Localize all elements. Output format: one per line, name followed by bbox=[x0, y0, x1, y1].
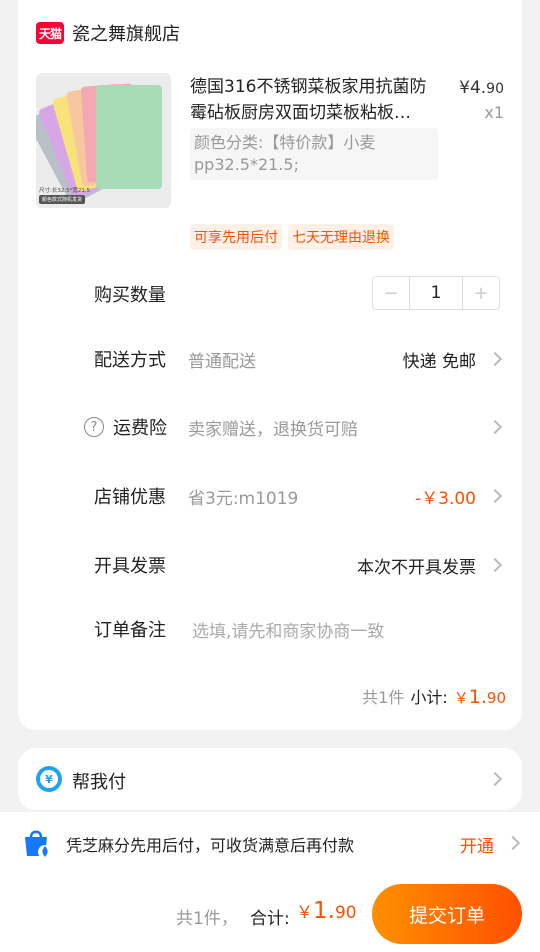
zhima-credit-bar[interactable]: 凭芝麻分先用后付，可收货满意后再付款 开通 bbox=[0, 812, 540, 874]
subtotal: 共1件 小计: ￥1.90 bbox=[362, 684, 506, 708]
chevron-right-icon bbox=[487, 488, 503, 504]
total-count: 共1件， bbox=[176, 909, 238, 929]
chevron-right-icon bbox=[487, 419, 503, 435]
decrement-button[interactable]: − bbox=[373, 277, 409, 309]
price-symbol: ¥ bbox=[459, 78, 470, 98]
board-green bbox=[96, 85, 162, 189]
total-int: 1. bbox=[313, 898, 335, 924]
note-input[interactable]: 选填,请先和商家协商一致 bbox=[192, 617, 384, 642]
product-image[interactable]: 尺寸:长32.5*宽21.5 颜色款式随机发货 bbox=[36, 73, 171, 208]
zhima-text: 凭芝麻分先用后付，可收货满意后再付款 bbox=[66, 836, 355, 855]
total-dec: 90 bbox=[334, 903, 357, 923]
shipping-insurance-row[interactable]: ? 运费险 卖家赠送，退换货可赔 bbox=[18, 407, 522, 447]
yuan-icon: ¥ bbox=[40, 770, 58, 788]
checkout-bar: 共1件， 合计: ￥1.90 提交订单 bbox=[0, 874, 540, 952]
quantity-value[interactable]: 1 bbox=[409, 277, 463, 309]
product-qty: x1 bbox=[484, 103, 504, 122]
chevron-right-icon bbox=[505, 835, 521, 851]
tag-seven-day-return: 七天无理由退换 bbox=[288, 224, 394, 250]
delivery-label: 配送方式 bbox=[94, 350, 166, 371]
chevron-right-icon bbox=[487, 771, 503, 787]
quantity-label: 购买数量 bbox=[94, 285, 166, 306]
discount-label: 店铺优惠 bbox=[94, 487, 166, 508]
product-price: ¥4.90 bbox=[459, 78, 504, 98]
delivery-value: 快递 免邮 bbox=[402, 351, 476, 372]
total-symbol: ￥ bbox=[296, 903, 313, 923]
shop-name[interactable]: 瓷之舞旗舰店 bbox=[72, 20, 180, 46]
delivery-row[interactable]: 配送方式 普通配送 快递 免邮 bbox=[18, 339, 522, 379]
thumb-tag: 颜色款式随机发货 bbox=[39, 195, 86, 204]
discount-value: -￥3.00 bbox=[415, 488, 476, 509]
sku-selector[interactable]: 颜色分类:【特价款】小麦pp32.5*21.5; bbox=[190, 128, 438, 180]
help-circle-icon[interactable]: ? bbox=[84, 417, 104, 437]
help-pay-card[interactable]: ¥ 帮我付 bbox=[18, 748, 522, 810]
quantity-stepper[interactable]: − 1 + bbox=[372, 276, 500, 310]
subtotal-int: 1. bbox=[468, 686, 487, 708]
zhima-open-link[interactable]: 开通 bbox=[460, 832, 494, 857]
order-card: 天猫 瓷之舞旗舰店 尺寸:长32.5*宽21.5 颜色款式随机发货 德国316不… bbox=[18, 0, 522, 730]
tag-pay-later: 可享先用后付 bbox=[190, 224, 282, 250]
delivery-hint: 普通配送 bbox=[188, 351, 256, 372]
chevron-right-icon bbox=[487, 351, 503, 367]
total-amount: ￥1.90 bbox=[296, 898, 357, 924]
submit-order-button[interactable]: 提交订单 bbox=[372, 884, 522, 944]
subtotal-count: 共1件 bbox=[362, 688, 405, 707]
subtotal-amount: ￥1.90 bbox=[454, 686, 506, 708]
thumb-size-note: 尺寸:长32.5*宽21.5 bbox=[39, 188, 91, 194]
tmall-logo: 天猫 bbox=[36, 22, 64, 44]
help-pay-label: 帮我付 bbox=[72, 772, 126, 793]
shop-discount-row[interactable]: 店铺优惠 省3元:m1019 -￥3.00 bbox=[18, 476, 522, 516]
order-note-row: 订单备注 选填,请先和商家协商一致 bbox=[18, 609, 522, 649]
insurance-hint: 卖家赠送，退换货可赔 bbox=[188, 419, 358, 440]
insurance-label: 运费险 bbox=[113, 418, 167, 439]
price-dec: 90 bbox=[486, 81, 504, 97]
subtotal-dec: 90 bbox=[486, 689, 506, 707]
shopping-bag-icon bbox=[25, 830, 52, 859]
invoice-label: 开具发票 bbox=[94, 556, 166, 577]
price-int: 4. bbox=[469, 78, 487, 98]
subtotal-symbol: ￥ bbox=[453, 689, 469, 707]
increment-button[interactable]: + bbox=[463, 277, 499, 309]
subtotal-label: 小计: bbox=[410, 688, 448, 707]
total-label: 合计: bbox=[250, 909, 290, 929]
product-title[interactable]: 德国316不锈钢菜板家用抗菌防霉砧板厨房双面切菜板粘板… bbox=[190, 74, 438, 126]
note-label: 订单备注 bbox=[94, 620, 166, 641]
invoice-row[interactable]: 开具发票 本次不开具发票 bbox=[18, 545, 522, 585]
shop-header[interactable]: 天猫 瓷之舞旗舰店 bbox=[36, 18, 180, 48]
discount-hint: 省3元:m1019 bbox=[188, 488, 299, 509]
help-pay-icon: ¥ bbox=[36, 766, 62, 792]
chevron-right-icon bbox=[487, 557, 503, 573]
invoice-value: 本次不开具发票 bbox=[357, 557, 476, 578]
service-tags: 可享先用后付 七天无理由退换 bbox=[190, 224, 394, 250]
